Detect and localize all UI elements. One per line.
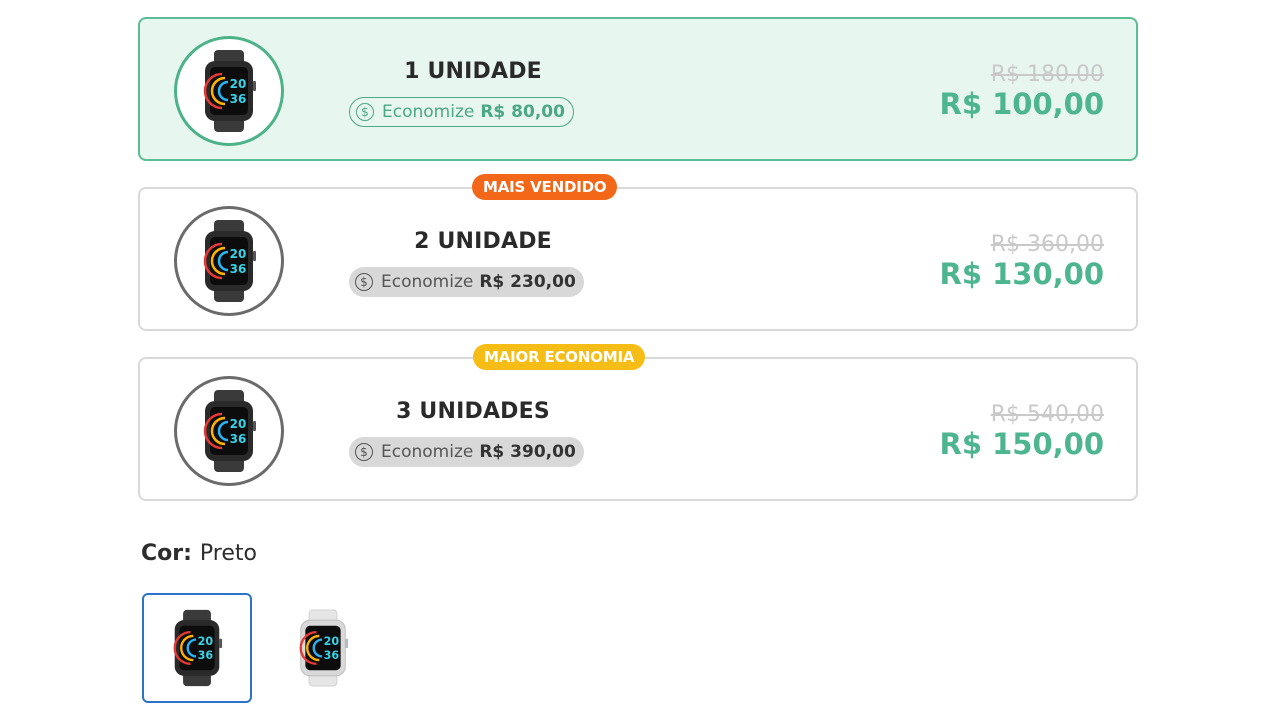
svg-text:36: 36 (230, 262, 247, 276)
savings-prefix: Economize (381, 272, 474, 292)
old-price: R$ 360,00 (990, 232, 1104, 257)
old-price: R$ 540,00 (990, 402, 1104, 427)
selected-color-value: Preto (199, 541, 257, 566)
savings-pill: $ Economize R$ 230,00 (349, 267, 584, 297)
savings-amount: R$ 230,00 (479, 272, 576, 292)
savings-pill: $ Economize R$ 80,00 (349, 97, 574, 127)
smartwatch-icon: 20 36 (203, 220, 256, 302)
current-price: R$ 100,00 (939, 87, 1104, 121)
savings-pill: $ Economize R$ 390,00 (349, 437, 584, 467)
smartwatch-icon: 20 36 (299, 609, 349, 687)
best-value-badge: MAIOR ECONOMIA (473, 344, 646, 370)
offer-card-3[interactable]: MAIOR ECONOMIA 20 36 3 UNIDADES $ Econom… (138, 344, 1138, 501)
dollar-coin-icon: $ (355, 273, 373, 291)
old-price: R$ 180,00 (990, 62, 1104, 87)
dollar-coin-icon: $ (355, 443, 373, 461)
offer-quantity: 3 UNIDADES (396, 399, 550, 424)
offer-quantity: 2 UNIDADE (414, 229, 552, 254)
savings-prefix: Economize (382, 102, 475, 122)
offer-card-2[interactable]: MAIS VENDIDO 20 36 2 UNIDADE $ Economize… (138, 174, 1138, 331)
color-label-text: Cor: (141, 541, 192, 566)
current-price: R$ 130,00 (939, 257, 1104, 291)
svg-text:20: 20 (230, 247, 247, 261)
svg-text:20: 20 (230, 77, 247, 91)
smartwatch-icon: 20 36 (173, 609, 223, 687)
current-price: R$ 150,00 (939, 427, 1104, 461)
smartwatch-icon: 20 36 (203, 390, 256, 472)
best-seller-badge: MAIS VENDIDO (472, 174, 618, 200)
offer-quantity: 1 UNIDADE (404, 59, 542, 84)
smartwatch-icon: 20 36 (203, 50, 256, 132)
svg-text:20: 20 (230, 417, 247, 431)
svg-text:36: 36 (198, 649, 214, 662)
svg-text:20: 20 (324, 635, 340, 648)
savings-prefix: Economize (381, 442, 474, 462)
color-swatch-white[interactable]: 20 36 (268, 593, 378, 703)
svg-text:20: 20 (198, 635, 214, 648)
product-thumbnail: 20 36 (174, 376, 284, 486)
color-option-label: Cor: Preto (141, 541, 257, 566)
product-thumbnail: 20 36 (174, 36, 284, 146)
dollar-coin-icon: $ (356, 103, 374, 121)
svg-text:36: 36 (230, 92, 247, 106)
color-swatch-black[interactable]: 20 36 (142, 593, 252, 703)
svg-text:36: 36 (324, 649, 340, 662)
product-thumbnail: 20 36 (174, 206, 284, 316)
svg-text:36: 36 (230, 432, 247, 446)
savings-amount: R$ 80,00 (480, 102, 565, 122)
savings-amount: R$ 390,00 (479, 442, 576, 462)
offer-card-1[interactable]: 20 36 1 UNIDADE $ Economize R$ 80,00 R$ … (138, 17, 1138, 161)
